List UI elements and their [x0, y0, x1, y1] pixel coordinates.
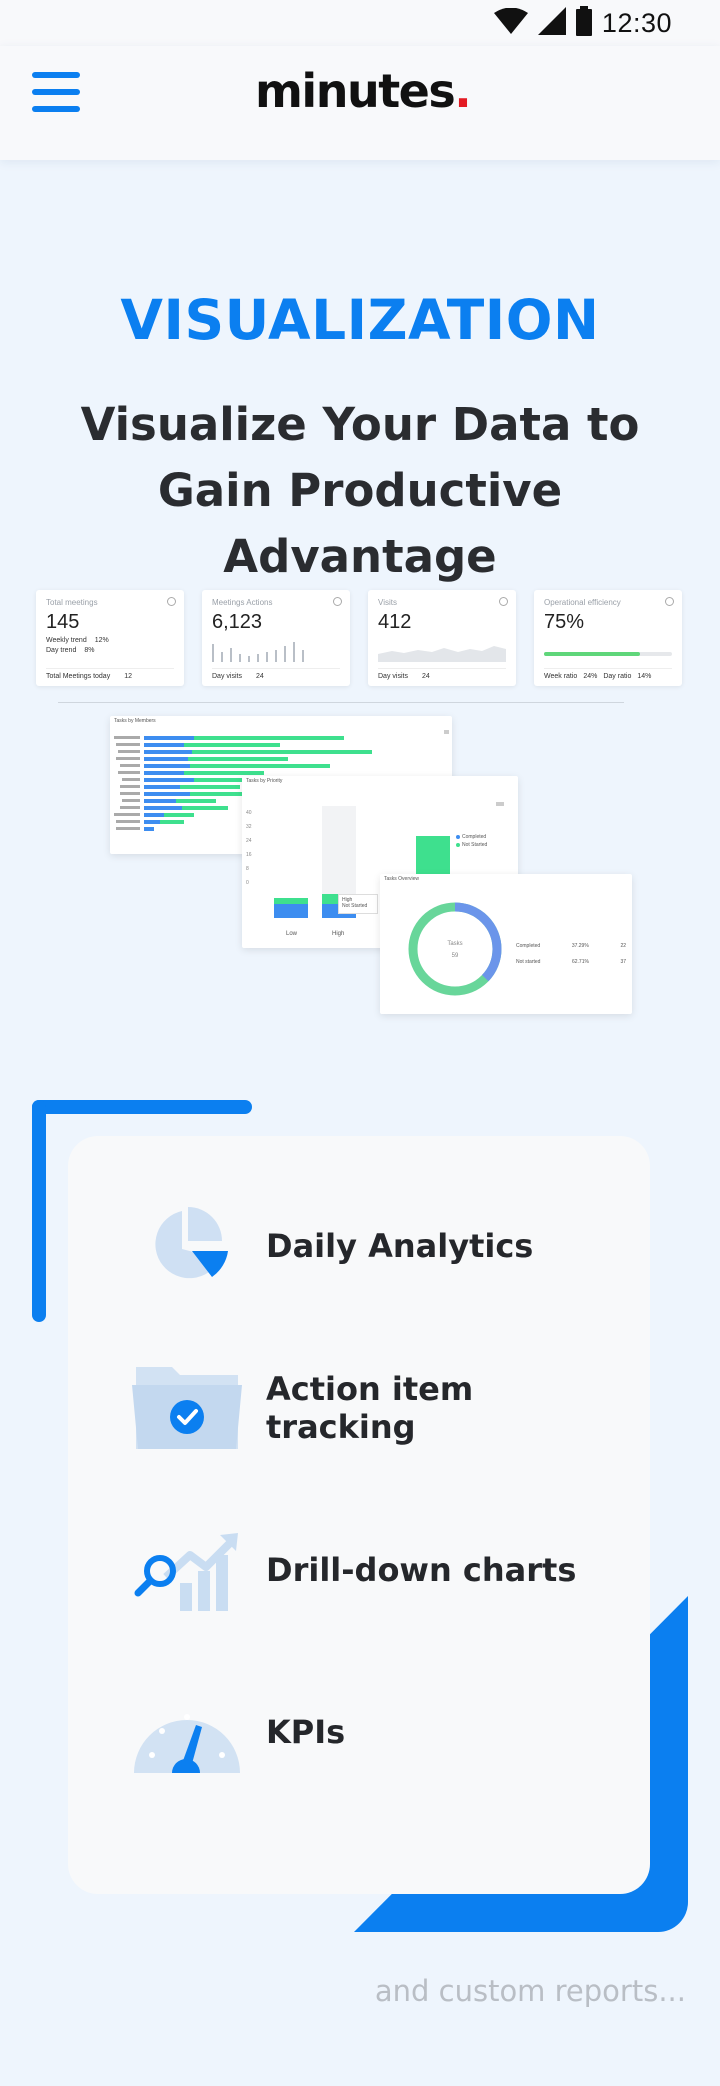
x-tick: High [332, 931, 345, 937]
legend-count: 37 [620, 959, 626, 965]
kpi-label: Operational efficiency [544, 598, 621, 607]
status-time: 12:30 [601, 7, 672, 38]
feature-drill-down-charts: Drill-down charts [132, 1510, 612, 1630]
feature-label: Daily Analytics [266, 1227, 534, 1265]
kpi-foot-value: 14% [637, 673, 652, 680]
kpi-foot-value: 12 [124, 673, 132, 680]
info-icon [499, 597, 508, 606]
feature-label: KPIs [266, 1713, 346, 1751]
donut-center-value: 59 [451, 953, 459, 959]
gauge-icon [132, 1677, 242, 1787]
pie-chart-icon [132, 1191, 242, 1301]
efficiency-progress-bar [544, 652, 672, 656]
custom-reports-note: and custom reports... [374, 1974, 686, 2008]
kpi-value: 75% [544, 611, 585, 633]
logo[interactable]: minutes. [255, 64, 472, 118]
kpi-row-label: Day trend [46, 647, 77, 654]
feature-daily-analytics: Daily Analytics [132, 1186, 612, 1306]
kpi-row-value: 12% [94, 637, 109, 644]
kpi-foot-label: Day ratio [603, 673, 632, 680]
kpi-card-meetings-actions: Meetings Actions 6,123 Day visits 24 [202, 590, 350, 686]
app-header: minutes. [0, 46, 720, 160]
wifi-icon [493, 7, 528, 39]
donut-legend: Completed 37.29% 22 Not started 62.71% 37 [516, 938, 626, 970]
legend-percent: 37.29% [571, 943, 589, 949]
info-icon [665, 597, 674, 606]
tasks-overview-panel: Tasks Overview Tasks 59 Completed 37.29% 2… [380, 874, 632, 1014]
folder-check-icon [132, 1353, 242, 1463]
x-tick: Low [286, 931, 298, 937]
status-bar: 12:30 [0, 0, 720, 46]
legend-count: 22 [620, 943, 626, 949]
legend-label: Completed [516, 943, 541, 949]
signal-icon [537, 6, 566, 40]
accent-bracket-top [32, 1100, 252, 1114]
mini-bar-chart [212, 640, 340, 662]
info-icon [333, 597, 342, 606]
logo-dot: . [454, 64, 471, 118]
kpi-label: Meetings Actions [212, 598, 273, 607]
kpi-foot-label: Week ratio [544, 673, 578, 680]
kpi-value: 145 [46, 611, 80, 633]
kpi-row-value: 8% [84, 647, 95, 654]
legend-percent: 62.71% [571, 959, 589, 965]
kpi-foot-value: 24% [583, 673, 598, 680]
battery-icon [575, 5, 592, 41]
info-icon [167, 597, 176, 606]
feature-label: Action item tracking [266, 1370, 474, 1446]
section-title: Visualize Your Data to Gain Productive A… [80, 398, 640, 583]
dashboard-preview-image: Total meetings 145 Weekly trend 12% Day t… [0, 580, 720, 1020]
kpi-foot-value: 24 [255, 673, 264, 680]
chart-legend: Completed Not Started [462, 833, 487, 849]
hamburger-menu-icon[interactable] [32, 72, 80, 112]
donut-center-label: Tasks [447, 941, 463, 947]
kpi-row-label: Weekly trend [46, 637, 87, 644]
preview-divider [58, 702, 624, 703]
feature-kpis: KPIs [132, 1672, 612, 1792]
feature-action-item-tracking: Action item tracking [132, 1348, 612, 1468]
kpi-card-visits: Visits 412 Day visits 24 [368, 590, 516, 686]
accent-bracket-left [32, 1100, 46, 1322]
search-growth-chart-icon [132, 1515, 242, 1625]
kpi-label: Visits [378, 598, 397, 607]
logo-text: minutes [255, 64, 456, 118]
tooltip-row: Not Started [342, 903, 368, 909]
donut-center: Tasks 59 [436, 938, 474, 962]
legend-label: Not started [516, 959, 541, 965]
feature-label: Drill-down charts [266, 1551, 577, 1589]
features-card: Daily Analytics Action item tracking Dri… [68, 1136, 650, 1894]
kpi-foot-value: 24 [421, 673, 430, 680]
legend-item: Not Started [462, 842, 488, 848]
panel-title: Tasks by Members [114, 718, 156, 724]
mini-area-chart [378, 646, 506, 662]
kpi-foot-label: Day visits [212, 673, 242, 680]
kpi-label: Total meetings [46, 598, 98, 607]
kpi-value: 6,123 [212, 611, 263, 633]
kpi-foot-label: Day visits [378, 673, 408, 680]
chart-tooltip: High Not Started [338, 894, 378, 914]
section-eyebrow: VISUALIZATION [120, 288, 600, 352]
kpi-foot-label: Total Meetings today [46, 673, 111, 680]
legend-item: Completed [462, 834, 487, 840]
kpi-value: 412 [378, 611, 412, 633]
panel-title: Tasks Overview [384, 876, 420, 882]
kpi-card-total-meetings: Total meetings 145 Weekly trend 12% Day t… [36, 590, 184, 686]
kpi-card-operational-efficiency: Operational efficiency 75% Week ratio 24%… [534, 590, 682, 686]
